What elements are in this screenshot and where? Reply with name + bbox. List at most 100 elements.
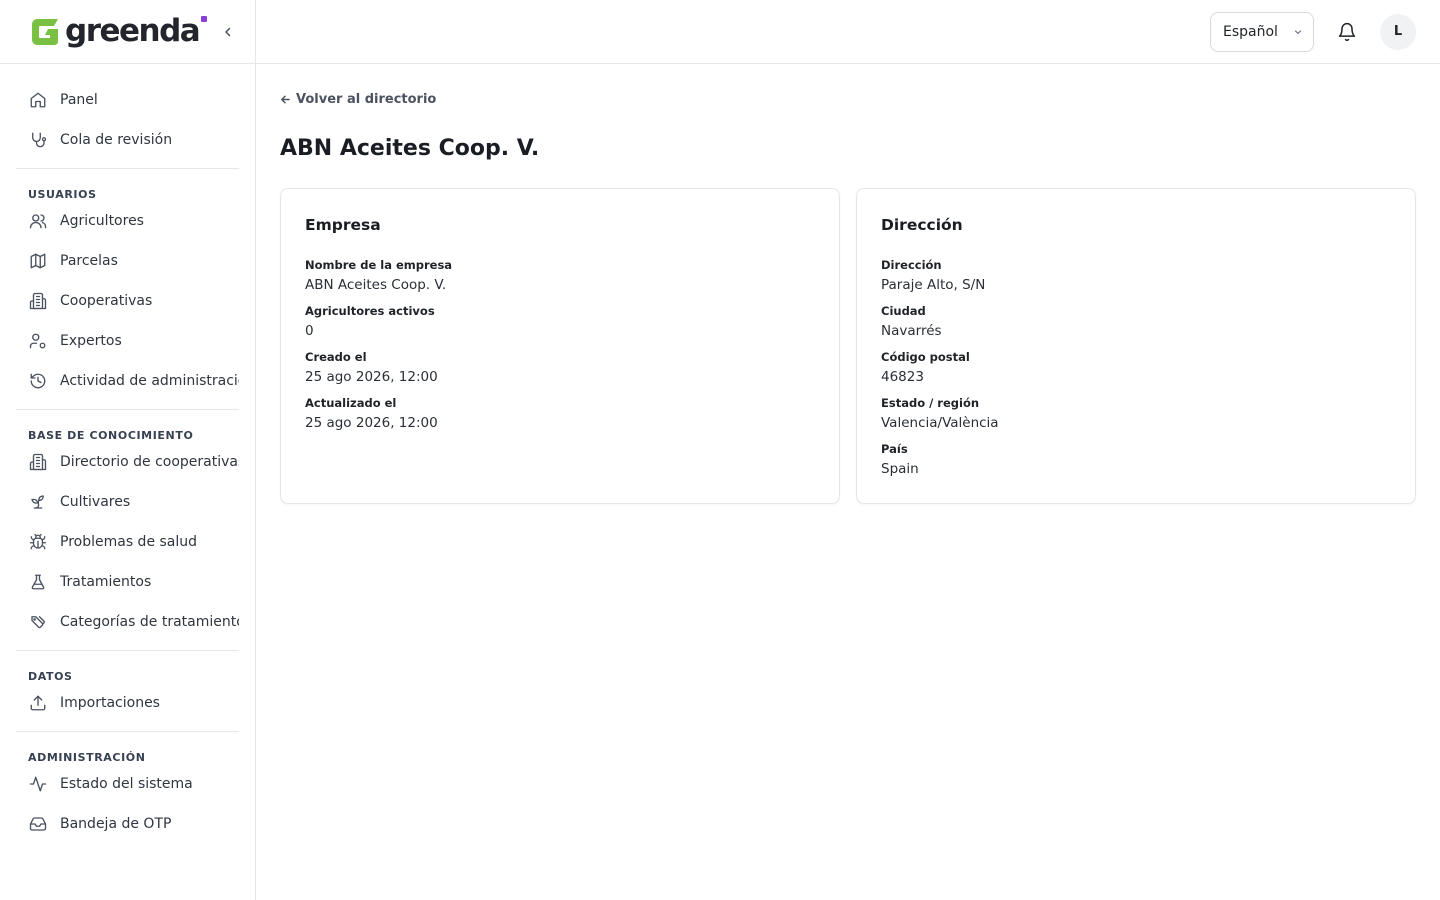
brand-header: greenda [0, 0, 255, 64]
field-value: 46823 [881, 369, 924, 385]
field-value: 25 ago 2026, 12:00 [305, 415, 438, 431]
field-value: Paraje Alto, S/N [881, 277, 986, 293]
field-value: Valencia/València [881, 415, 999, 431]
back-to-directory-link[interactable]: Volver al directorio [280, 92, 436, 108]
sidebar-item-system-status[interactable]: Estado del sistema [16, 764, 239, 804]
field-value: Spain [881, 461, 919, 477]
sidebar-item-label: Actividad de administración [60, 373, 239, 389]
nav-group-users: USUARIOS Agricultores Parcelas Cooperati… [16, 177, 239, 410]
sidebar-item-review-queue[interactable]: Cola de revisión [16, 120, 239, 160]
sidebar-item-treatment-categories[interactable]: Categorías de tratamiento [16, 602, 239, 642]
sidebar-item-label: Problemas de salud [60, 534, 198, 550]
sidebar-item-label: Tratamientos [60, 574, 152, 590]
card-title: Empresa [305, 216, 381, 234]
home-icon [28, 90, 48, 110]
bell-icon [1338, 22, 1356, 41]
sidebar-item-label: Cola de revisión [60, 132, 173, 148]
tag-icon [28, 612, 48, 632]
page-title: ABN Aceites Coop. V. [280, 136, 540, 161]
nav-group-knowledge-base: BASE DE CONOCIMIENTO Directorio de coope… [16, 418, 239, 651]
topbar: Español L [256, 0, 1440, 64]
nav-group-title: BASE DE CONOCIMIENTO [28, 429, 194, 442]
sidebar-item-cultivars[interactable]: Cultivares [16, 482, 239, 522]
notifications-button[interactable] [1336, 21, 1358, 43]
field-value: 25 ago 2026, 12:00 [305, 369, 438, 385]
nav-group-title: DATOS [28, 670, 73, 683]
sidebar-item-panel[interactable]: Panel [16, 80, 239, 120]
avatar-initial: L [1393, 24, 1403, 39]
sidebar-item-imports[interactable]: Importaciones [16, 683, 239, 723]
sidebar-item-label: Categorías de tratamiento [60, 614, 239, 630]
field-label: Código postal [881, 350, 970, 364]
sidebar-item-coop-directory[interactable]: Directorio de cooperativas [16, 442, 239, 482]
sidebar-item-label: Bandeja de OTP [60, 816, 172, 832]
activity-icon [28, 774, 48, 794]
field-value: 0 [305, 323, 314, 339]
flask-icon [28, 572, 48, 592]
sidebar-item-farmers[interactable]: Agricultores [16, 201, 239, 241]
arrow-left-icon [281, 95, 290, 104]
field-value: Navarrés [881, 323, 942, 339]
building-icon [28, 291, 48, 311]
logo-text: greenda [65, 16, 208, 47]
field-city: Ciudad Navarrés [881, 303, 1391, 349]
sidebar-item-label: Panel [60, 92, 98, 108]
page-content: Volver al directorio ABN Aceites Coop. V… [256, 64, 1440, 504]
language-select[interactable]: Español [1210, 11, 1314, 52]
sidebar-item-health-problems[interactable]: Problemas de salud [16, 522, 239, 562]
sidebar-nav: Panel Cola de revisión USUARIOS Agricult… [0, 64, 255, 852]
upload-icon [28, 693, 48, 713]
inbox-icon [28, 814, 48, 834]
avatar[interactable]: L [1380, 13, 1416, 50]
field-label: Agricultores activos [305, 304, 435, 318]
sidebar-item-label: Cultivares [60, 494, 131, 510]
chevron-left-icon [225, 27, 231, 37]
field-label: Creado el [305, 350, 367, 364]
back-link-label: Volver al directorio [296, 92, 437, 107]
card-title: Dirección [881, 216, 963, 234]
field-label: Dirección [881, 258, 942, 272]
address-card: Dirección Dirección Paraje Alto, S/N Ciu… [856, 188, 1416, 504]
nav-group-data: DATOS Importaciones [16, 659, 239, 732]
field-postal-code: Código postal 46823 [881, 349, 1391, 395]
building-icon [28, 452, 48, 472]
nav-group-title: ADMINISTRACIÓN [28, 751, 146, 764]
sidebar-item-experts[interactable]: Expertos [16, 321, 239, 361]
company-card: Empresa Nombre de la empresa ABN Aceites… [280, 188, 840, 504]
field-created-at: Creado el 25 ago 2026, 12:00 [305, 349, 815, 395]
history-icon [28, 371, 48, 391]
sidebar-item-label: Importaciones [60, 695, 160, 711]
nav-group-title: USUARIOS [28, 188, 97, 201]
field-label: Ciudad [881, 304, 926, 318]
field-label: País [881, 442, 908, 456]
logo[interactable]: greenda [28, 15, 208, 49]
nav-group-administration: ADMINISTRACIÓN Estado del sistema Bandej… [16, 740, 239, 852]
sidebar-item-label: Estado del sistema [60, 776, 193, 792]
collapse-sidebar-button[interactable] [218, 22, 238, 42]
users-icon [28, 211, 48, 231]
sidebar-item-cooperatives[interactable]: Cooperativas [16, 281, 239, 321]
field-value: ABN Aceites Coop. V. [305, 277, 447, 293]
chevron-down-icon [1294, 29, 1302, 34]
sidebar-item-admin-activity[interactable]: Actividad de administración [16, 361, 239, 401]
field-active-farmers: Agricultores activos 0 [305, 303, 815, 349]
logo-mark-icon [32, 18, 58, 45]
field-label: Nombre de la empresa [305, 258, 453, 272]
sidebar-item-treatments[interactable]: Tratamientos [16, 562, 239, 602]
sidebar-item-label: Parcelas [60, 253, 118, 269]
field-label: Actualizado el [305, 396, 397, 410]
field-updated-at: Actualizado el 25 ago 2026, 12:00 [305, 395, 815, 441]
sidebar-item-plots[interactable]: Parcelas [16, 241, 239, 281]
sidebar-item-label: Directorio de cooperativas [60, 454, 239, 470]
sidebar-item-otp-inbox[interactable]: Bandeja de OTP [16, 804, 239, 844]
language-select-value: Español [1223, 23, 1278, 40]
field-company-name: Nombre de la empresa ABN Aceites Coop. V… [305, 257, 815, 303]
detail-cards: Empresa Nombre de la empresa ABN Aceites… [280, 188, 1416, 504]
app-shell: greenda Panel Cola de revisión USUARIOS … [0, 0, 1440, 900]
nav-group-main: Panel Cola de revisión [16, 80, 239, 169]
field-state-region: Estado / región Valencia/València [881, 395, 1391, 441]
main-area: Español L Volver al directorio ABN Aceit… [256, 0, 1440, 900]
sidebar-item-label: Cooperativas [60, 293, 153, 309]
field-label: Estado / región [881, 396, 980, 410]
field-address: Dirección Paraje Alto, S/N [881, 257, 1391, 303]
